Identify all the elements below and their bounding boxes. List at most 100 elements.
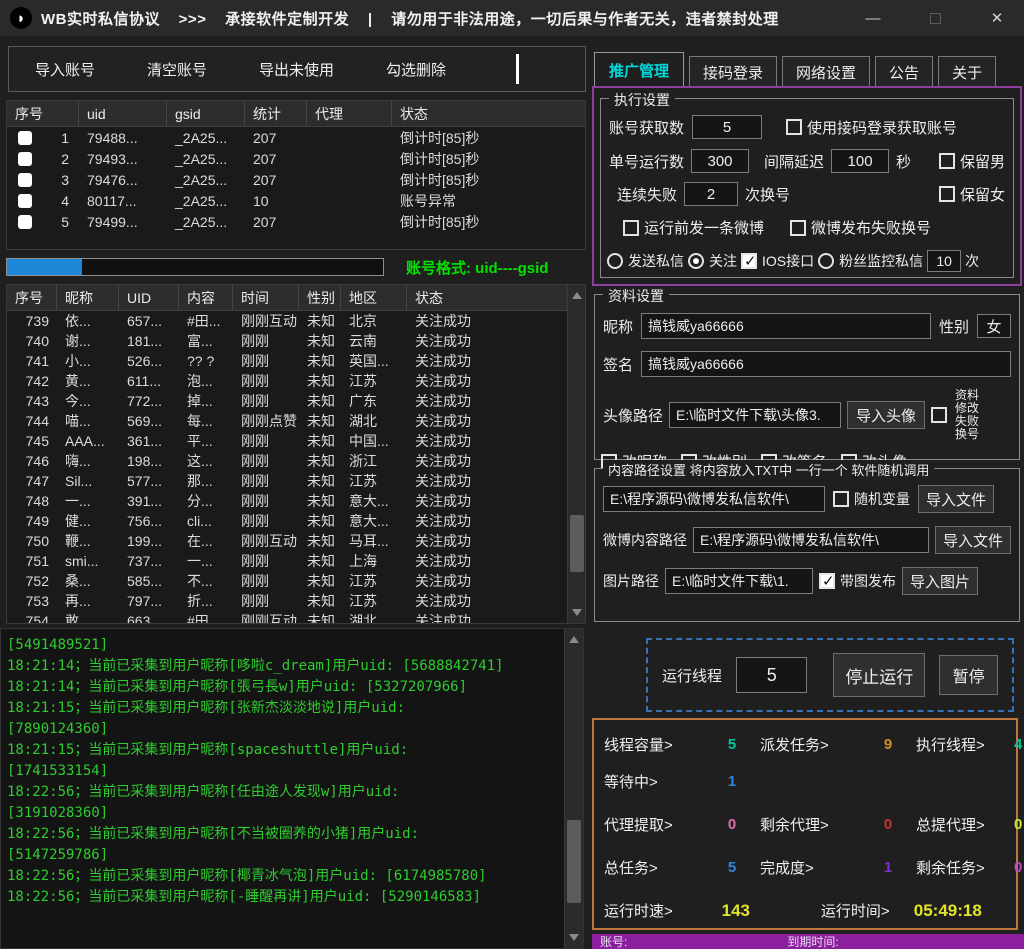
import-file-button[interactable]: 导入文件 xyxy=(918,485,994,513)
scroll-down-icon[interactable] xyxy=(572,609,582,616)
row-checkbox[interactable] xyxy=(18,215,32,229)
account-row[interactable]: 579499..._2A25...207倒计时[85]秒 xyxy=(7,211,585,232)
col2-header-region[interactable]: 地区 xyxy=(341,285,407,310)
clear-accounts-button[interactable]: 清空账号 xyxy=(147,59,207,80)
collect-row[interactable]: 743今...772...掉...刚刚未知广东关注成功 xyxy=(7,391,567,411)
radio-send-dm[interactable]: 发送私信 xyxy=(607,251,684,271)
scroll-up-icon[interactable] xyxy=(572,292,582,299)
thread-count-input[interactable]: 5 xyxy=(736,657,807,693)
fetch-count-input[interactable]: 5 xyxy=(692,115,762,139)
import-accounts-button[interactable]: 导入账号 xyxy=(35,59,95,80)
account-row[interactable]: 179488..._2A25...207倒计时[85]秒 xyxy=(7,127,585,148)
dm-content-path-input[interactable]: E:\程序源码\微博发私信软件\ xyxy=(603,486,825,512)
checkbox-checked-icon xyxy=(819,573,835,589)
gender-input[interactable]: 女 xyxy=(977,314,1011,338)
fail-count-input[interactable]: 2 xyxy=(684,182,738,206)
col-header-uid[interactable]: uid xyxy=(79,101,167,126)
collect-row[interactable]: 750鞭...199...在...刚刚互动未知马耳...关注成功 xyxy=(7,531,567,551)
collect-row[interactable]: 741小...526...?? ?刚刚未知英国...关注成功 xyxy=(7,351,567,371)
collect-row[interactable]: 747Sil...577...那...刚刚未知江苏关注成功 xyxy=(7,471,567,491)
import-file2-button[interactable]: 导入文件 xyxy=(935,526,1011,554)
pre-post-checkbox[interactable]: 运行前发一条微博 xyxy=(623,217,764,238)
image-path-input[interactable]: E:\临时文件下载\1. xyxy=(665,568,813,594)
collect-row[interactable]: 746嗨...198...这...刚刚未知浙江关注成功 xyxy=(7,451,567,471)
collect-row[interactable]: 745AAA...361...平...刚刚未知中国...关注成功 xyxy=(7,431,567,451)
tab-announcement[interactable]: 公告 xyxy=(875,56,933,89)
account-row[interactable]: 379476..._2A25...207倒计时[85]秒 xyxy=(7,169,585,190)
col-header-count[interactable]: 统计 xyxy=(245,101,307,126)
col2-header-status[interactable]: 状态 xyxy=(407,285,567,310)
nickname-input[interactable]: 搞钱威ya66666 xyxy=(641,313,931,339)
log-scrollbar[interactable] xyxy=(564,629,583,948)
pause-button[interactable]: 暂停 xyxy=(939,655,998,695)
single-run-input[interactable]: 300 xyxy=(691,149,749,173)
account-row[interactable]: 480117..._2A25...10账号异常 xyxy=(7,190,585,211)
collect-row[interactable]: 748一...391...分...刚刚未知意大...关注成功 xyxy=(7,491,567,511)
random-var-checkbox[interactable]: 随机变量 xyxy=(833,489,910,509)
use-sms-checkbox[interactable]: 使用接码登录获取账号 xyxy=(786,117,957,138)
profile-fail-switch-checkbox[interactable] xyxy=(931,407,947,423)
cell-uid: 391... xyxy=(119,493,179,509)
col2-header-nick[interactable]: 昵称 xyxy=(57,285,119,310)
import-image-button[interactable]: 导入图片 xyxy=(902,567,978,595)
fail-switch-checkbox[interactable]: 微博发布失败换号 xyxy=(790,217,931,238)
scroll-down-icon[interactable] xyxy=(569,934,579,941)
tab-network[interactable]: 网络设置 xyxy=(782,56,870,89)
col2-header-content[interactable]: 内容 xyxy=(179,285,233,310)
radio-fans-monitor[interactable]: 粉丝监控私信 xyxy=(818,251,923,271)
minimize-button[interactable]: — xyxy=(860,5,886,31)
close-button[interactable]: ✕ xyxy=(984,5,1010,31)
col-header-status[interactable]: 状态 xyxy=(392,101,585,126)
delete-checked-button[interactable]: 勾选删除 xyxy=(386,59,446,80)
avatar-path-input[interactable]: E:\临时文件下载\头像3. xyxy=(669,402,841,428)
keep-female-checkbox[interactable]: 保留女 xyxy=(939,184,1005,205)
with-image-checkbox[interactable]: 带图发布 xyxy=(819,571,896,591)
fans-dm-count-input[interactable]: 10 xyxy=(927,250,961,272)
col2-header-time[interactable]: 时间 xyxy=(233,285,299,310)
row-checkbox[interactable] xyxy=(18,152,32,166)
weibo-content-path-input[interactable]: E:\程序源码\微博发私信软件\ xyxy=(693,527,929,553)
col2-header-no[interactable]: 序号 xyxy=(7,285,57,310)
collect-row[interactable]: 753再...797...折...刚刚未知江苏关注成功 xyxy=(7,591,567,611)
col2-header-gender[interactable]: 性别 xyxy=(299,285,341,310)
tab-sms-login[interactable]: 接码登录 xyxy=(689,56,777,89)
cell-nick: Sil... xyxy=(57,473,119,489)
signature-input[interactable]: 搞钱威ya66666 xyxy=(641,351,1011,377)
keep-male-checkbox[interactable]: 保留男 xyxy=(939,151,1005,172)
collect-row[interactable]: 752桑...585...不...刚刚未知江苏关注成功 xyxy=(7,571,567,591)
scroll-up-icon[interactable] xyxy=(569,636,579,643)
row-checkbox[interactable] xyxy=(18,173,32,187)
maximize-button[interactable] xyxy=(922,5,948,31)
col-header-gsid[interactable]: gsid xyxy=(167,101,245,126)
cell-status: 关注成功 xyxy=(407,551,567,571)
stop-run-button[interactable]: 停止运行 xyxy=(833,653,925,697)
collect-row[interactable]: 754敢...663...#田...刚刚互动未知湖北关注成功 xyxy=(7,611,567,624)
ios-api-checkbox[interactable]: IOS接口 xyxy=(741,251,814,271)
collect-row[interactable]: 744喵...569...每...刚刚点赞未知湖北关注成功 xyxy=(7,411,567,431)
collect-row[interactable]: 740谢...181...富...刚刚未知云南关注成功 xyxy=(7,331,567,351)
export-unused-button[interactable]: 导出未使用 xyxy=(259,59,334,80)
import-avatar-button[interactable]: 导入头像 xyxy=(847,401,925,429)
collect-row[interactable]: 739依...657...#田...刚刚互动未知北京关注成功 xyxy=(7,311,567,331)
app-name: WB实时私信协议 xyxy=(41,11,160,28)
collect-table-scrollbar[interactable] xyxy=(567,285,585,623)
col-header-proxy[interactable]: 代理 xyxy=(307,101,392,126)
tab-promotion[interactable]: 推广管理 xyxy=(594,52,684,89)
col2-header-uid[interactable]: UID xyxy=(119,285,179,310)
row-checkbox[interactable] xyxy=(18,194,32,208)
tab-about[interactable]: 关于 xyxy=(938,56,996,89)
collect-row[interactable]: 751smi...737...一...刚刚未知上海关注成功 xyxy=(7,551,567,571)
image-path-label: 图片路径 xyxy=(603,571,659,591)
account-row[interactable]: 279493..._2A25...207倒计时[85]秒 xyxy=(7,148,585,169)
collect-row[interactable]: 742黄...611...泡...刚刚未知江苏关注成功 xyxy=(7,371,567,391)
col-header-no[interactable]: 序号 xyxy=(7,101,79,126)
scrollbar-thumb[interactable] xyxy=(567,820,581,903)
license-account-label: 账号: xyxy=(600,933,627,949)
cell-uid: 79499... xyxy=(79,214,167,230)
scrollbar-thumb[interactable] xyxy=(570,515,584,572)
collect-row[interactable]: 749健...756...cli...刚刚未知意大...关注成功 xyxy=(7,511,567,531)
row-checkbox[interactable] xyxy=(18,131,32,145)
interval-input[interactable]: 100 xyxy=(831,149,889,173)
radio-follow[interactable]: 关注 xyxy=(688,251,737,271)
cell-region: 江苏 xyxy=(341,591,407,611)
